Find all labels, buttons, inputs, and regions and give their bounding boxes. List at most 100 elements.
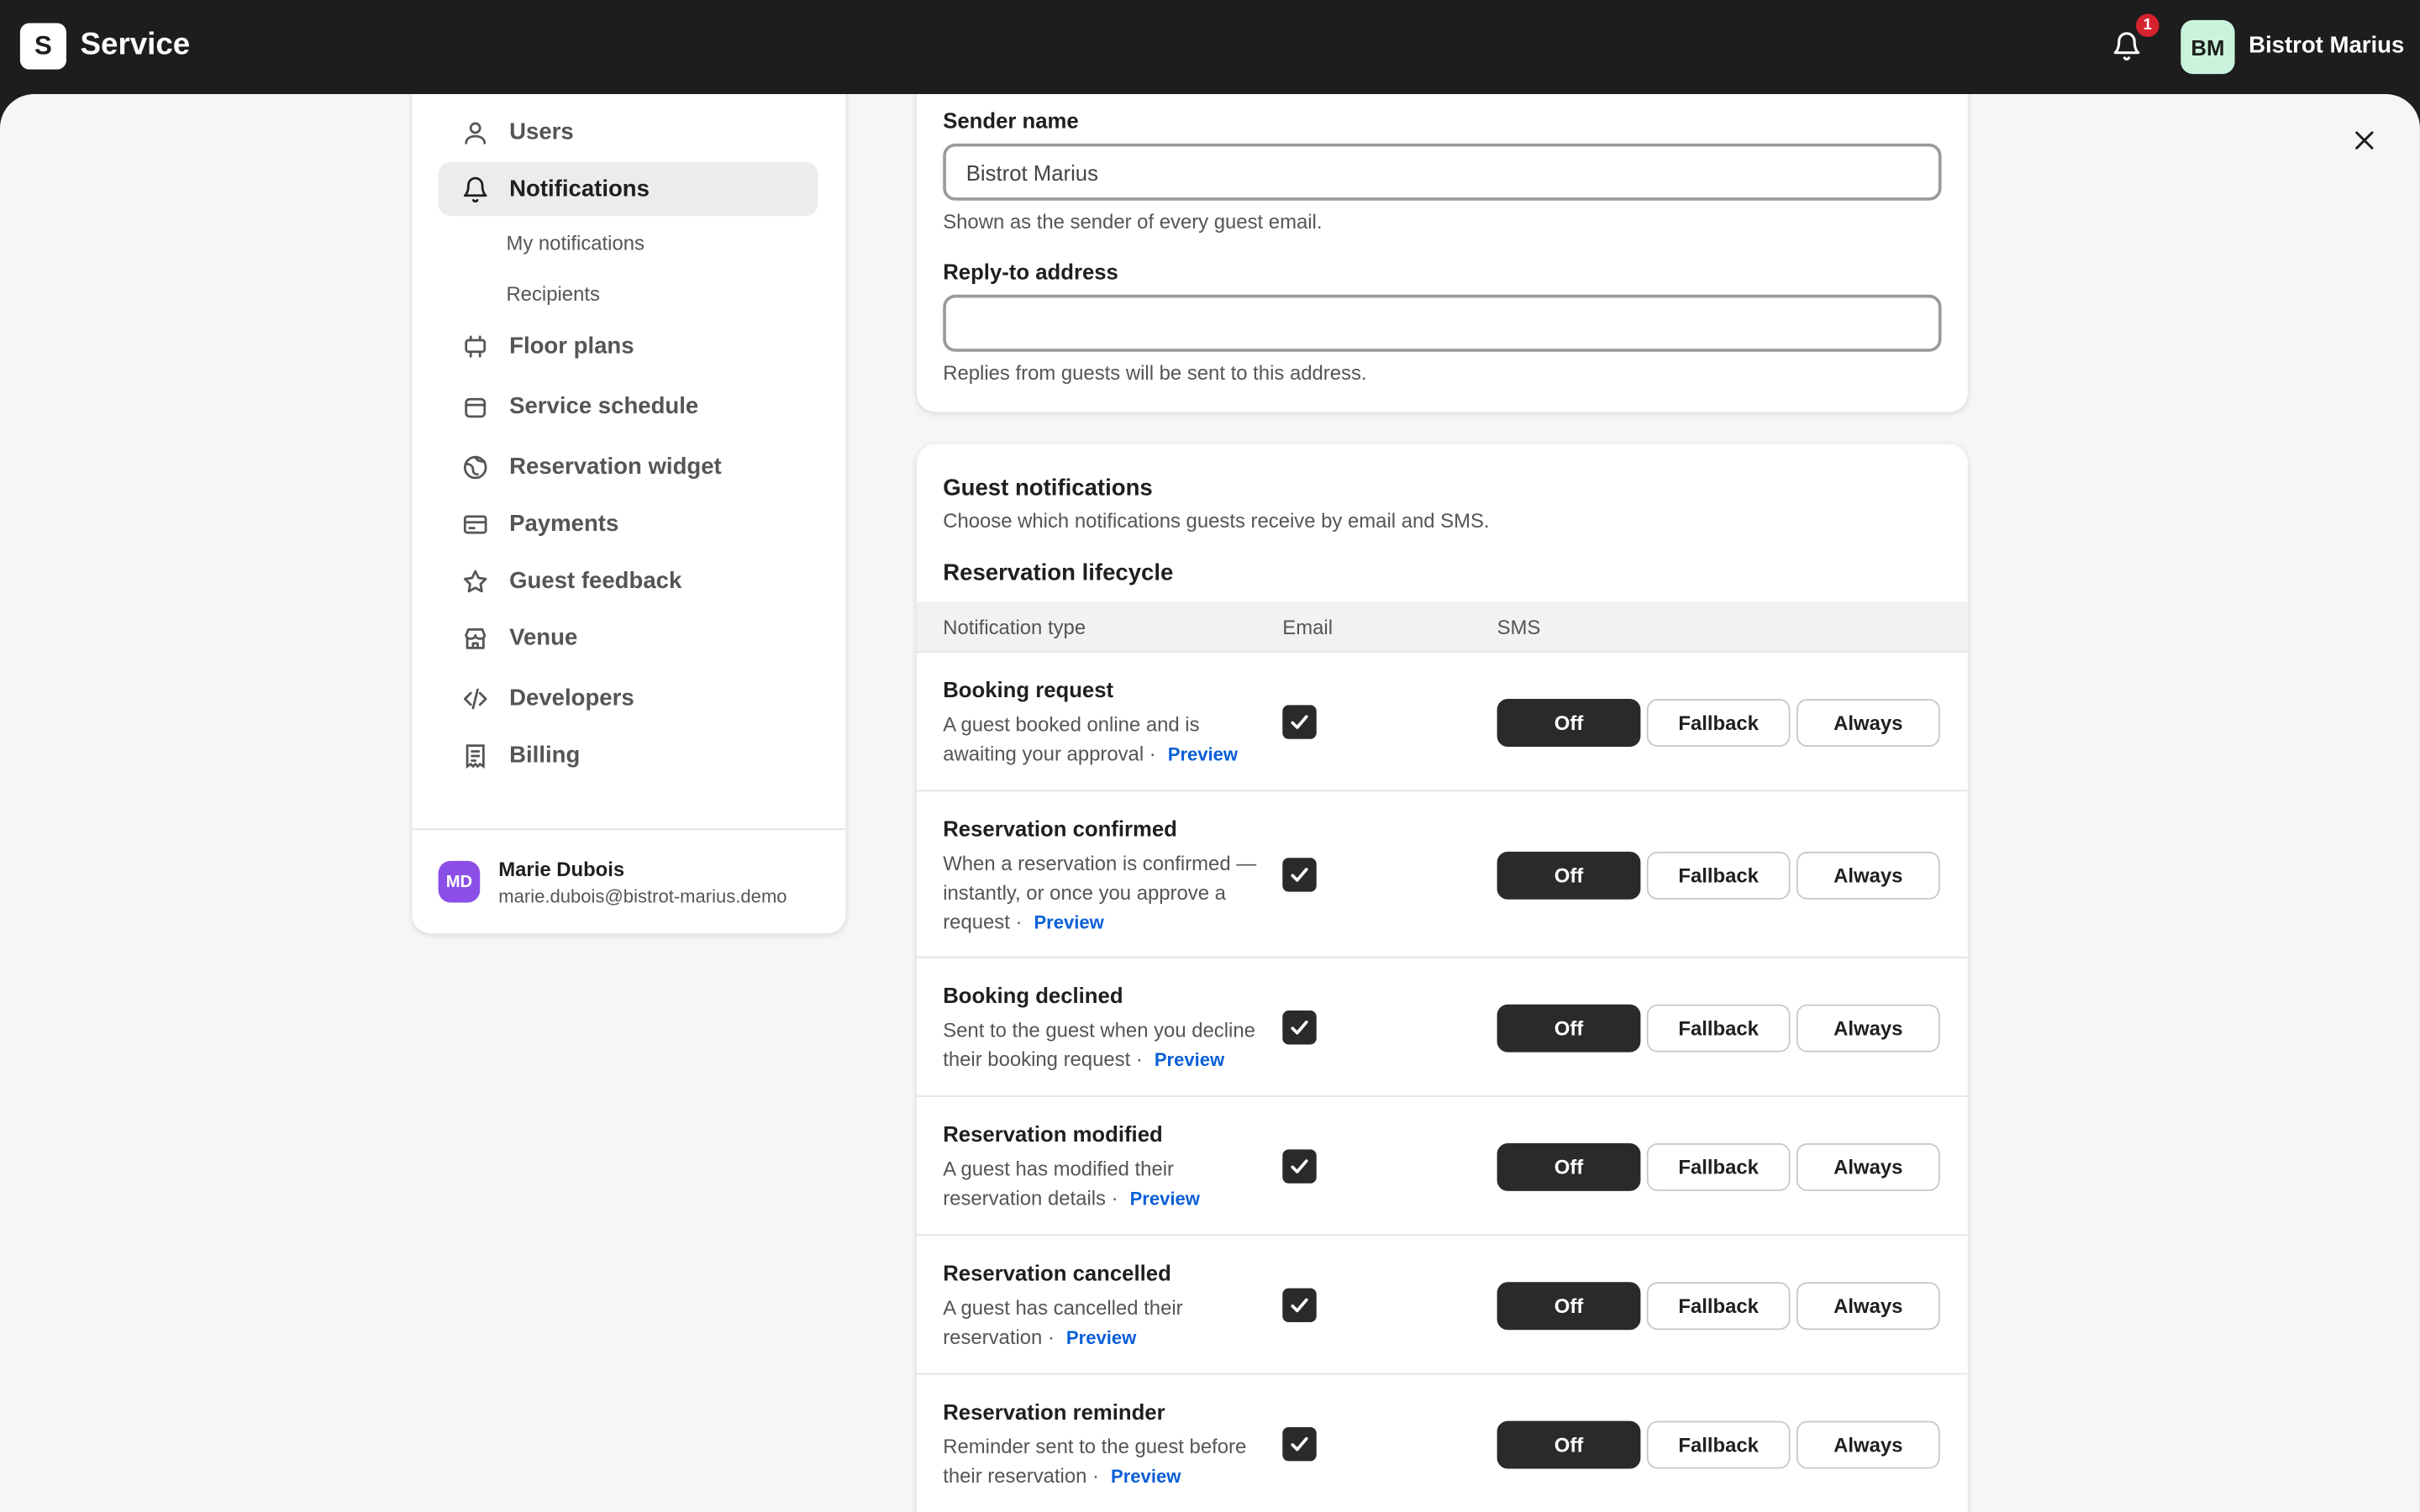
sidebar-item-service-schedule[interactable]: Service schedule (439, 380, 818, 433)
close-icon[interactable] (2349, 125, 2380, 156)
bell-icon[interactable] (2112, 31, 2143, 62)
sender-settings-card: Sender name Shown as the sender of every… (916, 94, 1968, 412)
sidebar-item-floor-plans[interactable]: Floor plans (439, 319, 818, 373)
floor-plan-icon (460, 331, 491, 362)
sidebar-item-users[interactable]: Users (439, 105, 818, 159)
app-title[interactable]: Service (81, 28, 191, 63)
notification-title: Reservation cancelled (943, 1260, 1171, 1285)
sms-option-fallback-button[interactable]: Fallback (1646, 1003, 1791, 1052)
sidebar-item-label: Service schedule (509, 393, 699, 420)
email-checkbox[interactable] (1282, 1149, 1317, 1184)
sidebar-subitem-recipients[interactable]: Recipients (506, 282, 599, 306)
reply-to-input[interactable] (943, 294, 1942, 352)
user-icon (460, 117, 491, 148)
sms-option-fallback-button[interactable]: Fallback (1646, 1142, 1791, 1191)
sidebar-item-label: Users (509, 118, 574, 145)
sender-name-input[interactable] (943, 143, 1942, 201)
email-checkbox[interactable] (1282, 1011, 1317, 1045)
sms-option-off-button[interactable]: Off (1497, 1003, 1641, 1052)
sms-option-always-button[interactable]: Always (1796, 1142, 1940, 1191)
table-row: Booking request A guest booked online and… (916, 651, 1968, 790)
app-logo[interactable]: S (19, 23, 66, 70)
sidebar-subitem-my-notifications[interactable]: My notifications (506, 232, 644, 255)
sidebar-item-label: Venue (509, 624, 578, 652)
sms-option-always-button[interactable]: Always (1796, 698, 1940, 747)
sidebar-item-label: Reservation widget (509, 453, 722, 480)
sms-option-always-button[interactable]: Always (1796, 1420, 1940, 1468)
star-icon (460, 565, 491, 596)
sms-option-fallback-button[interactable]: Fallback (1646, 698, 1791, 747)
user-email: marie.dubois@bistrot-marius.demo (498, 885, 787, 907)
preview-link[interactable]: Preview (1155, 1049, 1224, 1071)
calendar-icon (460, 391, 491, 423)
guest-notifications-card: Guest notifications Choose which notific… (916, 444, 1968, 1512)
section-subtitle: Choose which notifications guests receiv… (943, 509, 1490, 533)
email-checkbox[interactable] (1282, 858, 1317, 892)
sidebar-item-label: Floor plans (509, 333, 634, 360)
sidebar-item-reservation-widget[interactable]: Reservation widget (439, 439, 818, 493)
sidebar-item-developers[interactable]: Developers (439, 671, 818, 725)
notification-title: Reservation reminder (943, 1399, 1165, 1425)
top-bar: S Service 1 BM Bistrot Marius (0, 0, 2420, 95)
sms-option-fallback-button[interactable]: Fallback (1646, 1281, 1791, 1330)
email-checkbox[interactable] (1282, 1288, 1317, 1323)
email-checkbox[interactable] (1282, 1426, 1317, 1462)
sms-option-off-button[interactable]: Off (1497, 1142, 1641, 1191)
sms-option-always-button[interactable]: Always (1796, 1281, 1940, 1330)
preview-link[interactable]: Preview (1034, 911, 1103, 933)
settings-sidebar: Users Notifications My notifications Rec… (412, 94, 846, 934)
description-text: A guest has cancelled their reservation … (943, 1295, 1183, 1349)
sms-option-always-button[interactable]: Always (1796, 1003, 1940, 1052)
account-avatar[interactable]: BM (2181, 19, 2235, 75)
sidebar-item-label: Billing (509, 742, 581, 769)
code-icon (460, 683, 491, 714)
notification-description: Reminder sent to the guest before their … (943, 1431, 1267, 1492)
notification-description: A guest has modified their reservation d… (943, 1154, 1267, 1215)
notification-title: Reservation modified (943, 1121, 1163, 1147)
reply-to-help: Replies from guests will be sent to this… (943, 360, 1367, 385)
preview-link[interactable]: Preview (1130, 1188, 1200, 1210)
preview-link[interactable]: Preview (1168, 743, 1238, 765)
sidebar-item-notifications[interactable]: Notifications (438, 161, 818, 217)
sms-option-off-button[interactable]: Off (1497, 1420, 1641, 1468)
email-checkbox[interactable] (1282, 705, 1317, 739)
notification-title: Booking request (943, 677, 1114, 702)
preview-link[interactable]: Preview (1111, 1466, 1181, 1488)
sidebar-item-label: Developers (509, 685, 634, 711)
sms-option-off-button[interactable]: Off (1497, 1281, 1641, 1330)
column-header: Email (1282, 615, 1334, 639)
description-text: Reminder sent to the guest before their … (943, 1435, 1247, 1488)
sms-option-always-button[interactable]: Always (1796, 850, 1940, 899)
sms-option-fallback-button[interactable]: Fallback (1646, 850, 1791, 899)
sidebar-item-label: Guest feedback (509, 567, 682, 595)
sidebar-item-billing[interactable]: Billing (439, 728, 818, 782)
credit-card-icon (460, 508, 491, 539)
sender-name-label: Sender name (943, 108, 1079, 133)
sidebar-item-venue[interactable]: Venue (439, 611, 818, 664)
column-header: Notification type (943, 615, 1086, 639)
preview-link[interactable]: Preview (1066, 1327, 1136, 1349)
description-text: A guest booked online and is awaiting yo… (943, 712, 1200, 766)
sidebar-item-label: Notifications (509, 176, 650, 202)
avatar[interactable]: MD (438, 860, 481, 903)
user-name: Marie Dubois (498, 858, 625, 881)
sender-name-help: Shown as the sender of every guest email… (943, 209, 1323, 234)
notification-description: When a reservation is confirmed — instan… (943, 848, 1267, 938)
globe-icon (460, 451, 491, 482)
table-row: Reservation reminder Reminder sent to the… (916, 1373, 1968, 1512)
sidebar-divider (412, 828, 846, 831)
bell-icon (460, 174, 491, 205)
notification-description: Sent to the guest when you decline their… (943, 1016, 1267, 1076)
settings-panel: Users Notifications My notifications Rec… (0, 94, 2420, 1512)
account-name[interactable]: Bistrot Marius (2249, 33, 2404, 59)
sms-option-fallback-button[interactable]: Fallback (1646, 1420, 1791, 1468)
table-row: Reservation modified A guest has modified… (916, 1095, 1968, 1234)
notification-title: Reservation confirmed (943, 816, 1177, 842)
reply-to-label: Reply-to address (943, 259, 1118, 284)
sidebar-item-payments[interactable]: Payments (439, 496, 818, 550)
sidebar-item-guest-feedback[interactable]: Guest feedback (439, 554, 818, 607)
notification-description: A guest has cancelled their reservation … (943, 1293, 1267, 1353)
sidebar-item-label: Payments (509, 510, 619, 538)
sms-option-off-button[interactable]: Off (1497, 698, 1641, 747)
sms-option-off-button[interactable]: Off (1497, 850, 1641, 899)
